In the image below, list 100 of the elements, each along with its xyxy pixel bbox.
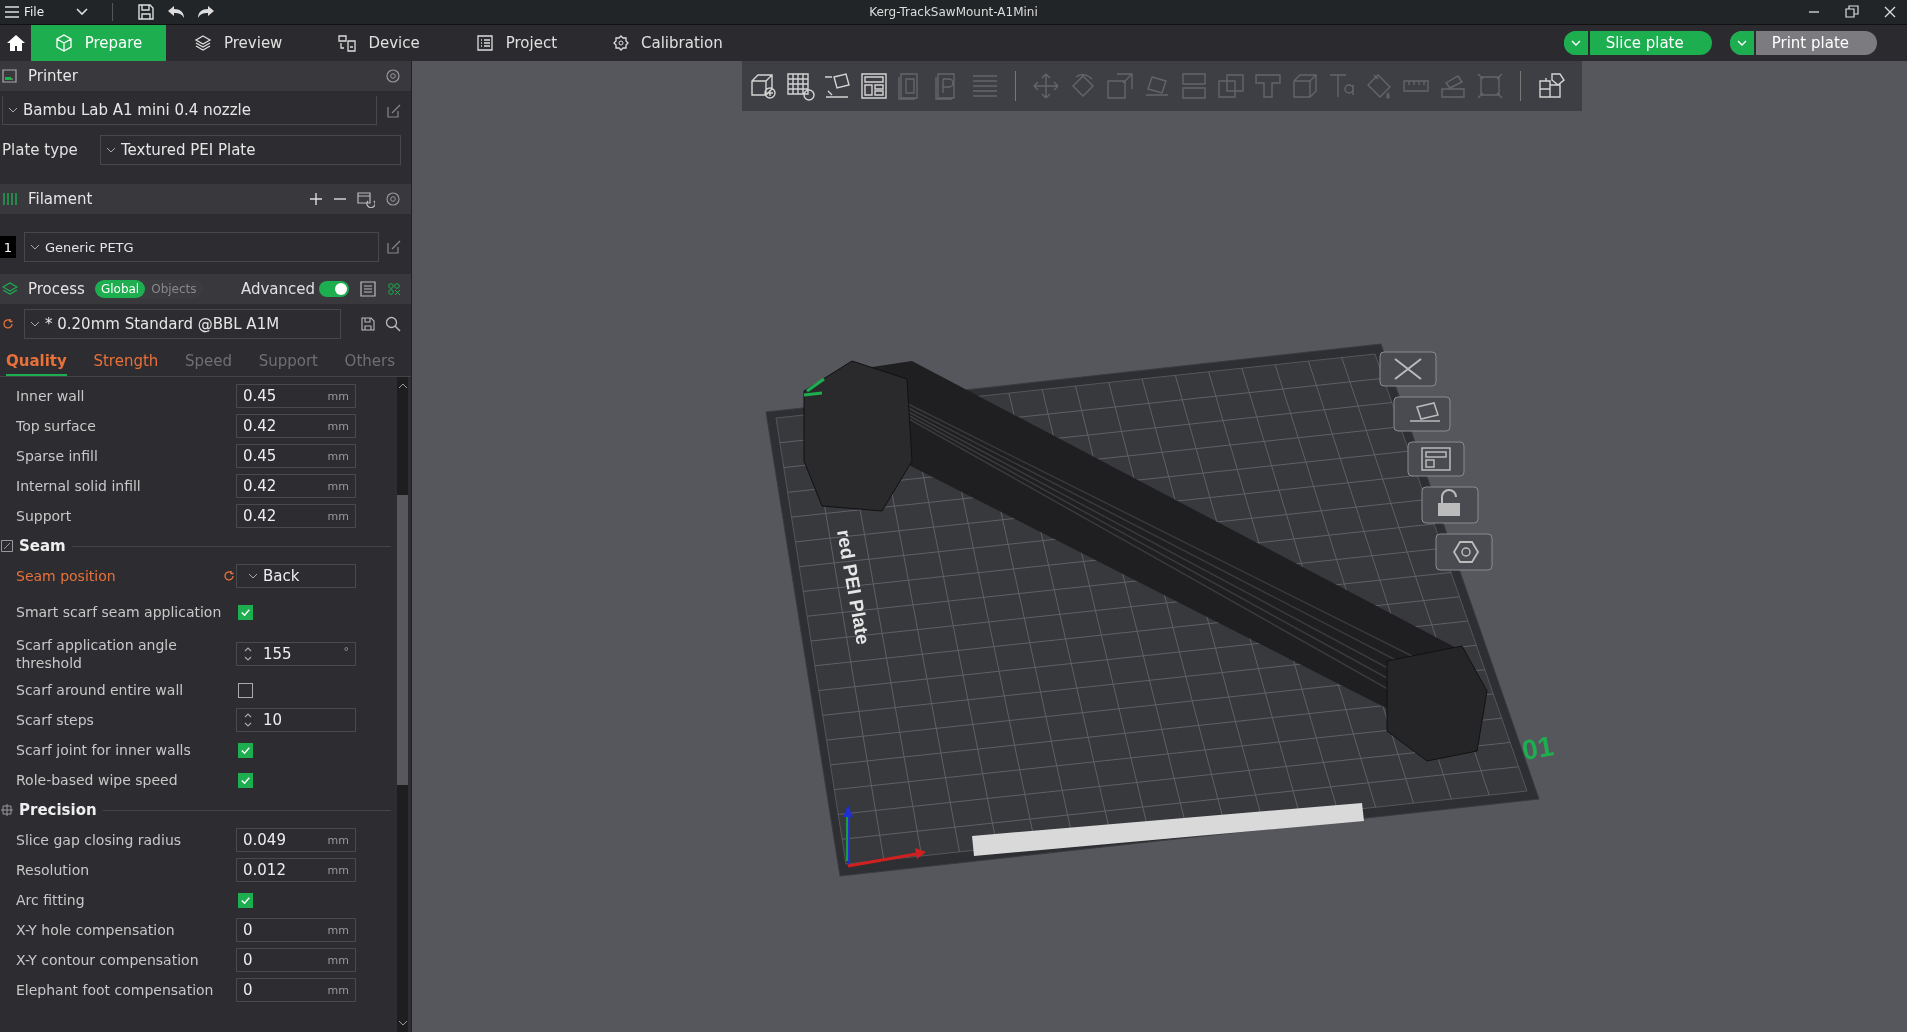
home-icon — [5, 33, 26, 53]
checkbox[interactable] — [238, 772, 253, 788]
checkbox[interactable] — [238, 682, 253, 698]
process-icon — [2, 281, 18, 297]
settings-tab[interactable]: Strength — [93, 348, 159, 376]
arrange-icon[interactable] — [858, 71, 889, 101]
compare-icon[interactable] — [387, 282, 401, 296]
file-menu[interactable]: File — [4, 4, 45, 20]
chevron-down-icon — [8, 107, 18, 113]
pencil-icon — [802, 377, 826, 397]
spin-arrows-icon[interactable] — [243, 645, 253, 663]
plate-label: red PEI Plate — [833, 528, 874, 647]
printer-icon — [2, 68, 18, 84]
close-icon[interactable] — [1883, 5, 1897, 19]
number-field[interactable]: 0.45 mm — [236, 384, 356, 408]
filament-index: 1 — [0, 236, 16, 258]
advanced-label: Advanced — [240, 280, 315, 298]
number-field[interactable]: 0.45 mm — [236, 444, 356, 468]
main-tab[interactable]: Preview — [166, 25, 311, 61]
dropdown-field[interactable]: Back — [236, 564, 356, 588]
process-preset-dropdown[interactable]: * 0.20mm Standard @BBL A1M — [24, 309, 341, 339]
filament-dropdown[interactable]: Generic PETG — [24, 232, 379, 262]
restore-icon[interactable] — [1845, 5, 1859, 19]
spin-field[interactable]: 10 — [236, 708, 356, 732]
number-field[interactable]: 0 mm — [236, 918, 356, 942]
dropdown-toggle[interactable] — [1563, 31, 1590, 55]
number-field[interactable]: 0.42 mm — [236, 414, 356, 438]
layers-icon — [194, 34, 212, 52]
setting-label: Sparse infill — [16, 447, 99, 465]
scrollbar[interactable] — [397, 377, 408, 1032]
setting-label: Scarf joint for inner walls — [16, 741, 192, 759]
number-field[interactable]: 0 mm — [236, 948, 356, 972]
plus-icon[interactable] — [309, 192, 323, 206]
chevron-down-icon — [106, 147, 116, 153]
chevron-down-icon — [30, 244, 40, 250]
menu-icon — [4, 4, 20, 20]
setting-label: X-Y contour compensation — [16, 951, 200, 969]
plate-settings-icon[interactable] — [1435, 533, 1493, 571]
setting-label: Inner wall — [16, 387, 86, 405]
section-title: Printer — [28, 67, 78, 85]
advanced-switch[interactable] — [319, 281, 349, 297]
save-icon[interactable] — [137, 3, 156, 21]
setting-label: Scarf around entire wall — [16, 681, 185, 699]
add-grid-icon[interactable] — [784, 71, 815, 101]
edit-icon[interactable] — [387, 103, 401, 118]
plate-close-icon[interactable] — [1379, 351, 1437, 387]
number-field[interactable]: 0 mm — [236, 978, 356, 1002]
list-icon[interactable] — [359, 280, 377, 298]
plate-arrange-icon[interactable] — [1407, 441, 1465, 477]
axes-icon — [843, 805, 926, 868]
chevron-down-icon[interactable] — [76, 8, 89, 16]
save-icon[interactable] — [361, 317, 375, 331]
group-title: Precision — [19, 801, 97, 819]
chevron-down-icon — [248, 573, 258, 579]
main-tab[interactable]: Calibration — [585, 25, 751, 61]
settings-icon[interactable] — [385, 68, 401, 84]
reset-icon[interactable] — [2, 318, 14, 330]
checkbox[interactable] — [238, 604, 253, 620]
setting-label: Internal solid infill — [16, 477, 142, 495]
list-icon — [475, 34, 494, 52]
plate-lock-icon[interactable] — [1421, 486, 1479, 524]
chevron-down-icon — [30, 321, 40, 327]
printer-preset-dropdown[interactable]: Bambu Lab A1 mini 0.4 nozzle — [2, 96, 377, 125]
setting-label: Role-based wipe speed — [16, 771, 179, 789]
checkbox[interactable] — [238, 742, 253, 758]
main-tab[interactable]: Project — [447, 25, 586, 61]
setting-label: Scarf application angle threshold — [16, 636, 178, 672]
gear-icon — [613, 35, 630, 51]
device-icon — [338, 34, 357, 52]
number-field[interactable]: 0.012 mm — [236, 858, 356, 882]
setting-label: X-Y hole compensation — [16, 921, 176, 939]
setting-label: Top surface — [16, 417, 97, 435]
setting-label: Elephant foot compensation — [16, 981, 215, 999]
edit-icon[interactable] — [387, 240, 401, 254]
search-icon[interactable] — [385, 316, 401, 332]
sync-icon[interactable] — [357, 190, 375, 208]
reset-icon[interactable] — [223, 570, 235, 582]
number-field[interactable]: 0.42 mm — [236, 504, 356, 528]
plate-type-dropdown[interactable]: Textured PEI Plate — [100, 135, 401, 165]
settings-tab[interactable]: Quality — [6, 348, 67, 376]
window-title: Kerg-TrackSawMount-A1Mini — [869, 5, 1038, 19]
plate-action-button[interactable]: Print plate — [1729, 31, 1877, 55]
settings-icon[interactable] — [385, 191, 401, 207]
number-field[interactable]: 0.42 mm — [236, 474, 356, 498]
main-tab[interactable]: Device — [310, 25, 448, 61]
dropdown-toggle[interactable] — [1729, 31, 1756, 55]
plate-orient-icon[interactable] — [1393, 396, 1451, 432]
spin-arrows-icon[interactable] — [243, 711, 253, 729]
group-title: Seam — [19, 537, 66, 555]
scroll-up-icon[interactable] — [397, 383, 408, 389]
chevron-down-icon — [1736, 40, 1747, 46]
scroll-down-icon[interactable] — [397, 1020, 408, 1026]
setting-label: Slice gap closing radius — [16, 831, 183, 849]
spin-field[interactable]: 155 ° — [236, 642, 356, 666]
chevron-down-icon — [1570, 40, 1581, 46]
cube-icon — [54, 34, 73, 52]
number-field[interactable]: 0.049 mm — [236, 828, 356, 852]
field-label: Plate type — [2, 141, 79, 159]
plate-number: 01 — [1519, 730, 1556, 767]
checkbox[interactable] — [238, 892, 253, 908]
